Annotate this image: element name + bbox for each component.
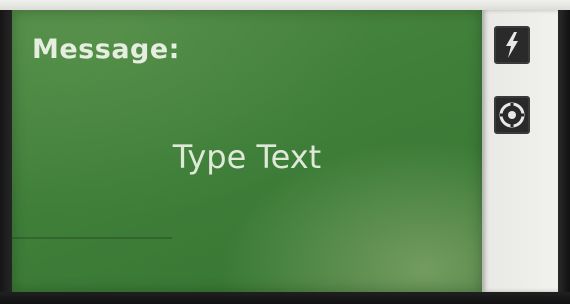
lightning-icon [504, 32, 520, 58]
left-bezel [0, 10, 12, 304]
panel-divider [12, 237, 172, 239]
message-label: Message: [32, 34, 180, 65]
target-icon [499, 102, 525, 128]
flash-button[interactable] [494, 26, 530, 64]
message-panel: Message: Type Text [12, 10, 482, 292]
message-text-field[interactable]: Type Text [12, 138, 482, 176]
target-button[interactable] [494, 96, 530, 134]
top-bezel [0, 0, 570, 10]
right-bezel [558, 10, 570, 304]
device-screen: Message: Type Text [0, 0, 570, 304]
bottom-bezel [0, 292, 570, 304]
